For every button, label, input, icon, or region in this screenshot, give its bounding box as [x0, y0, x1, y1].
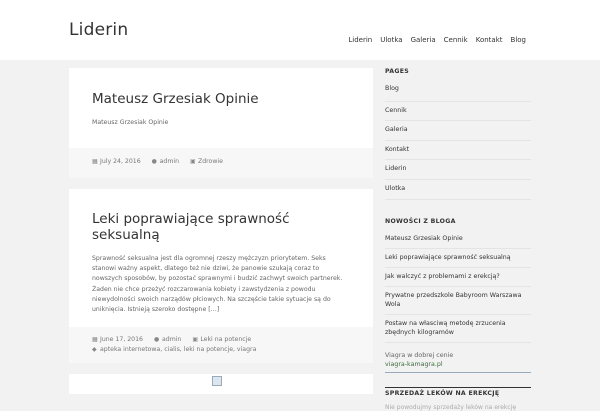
folder-icon: ▣	[192, 336, 198, 343]
post-card: Leki poprawiające sprawność seksualną Sp…	[69, 189, 373, 363]
post-meta: ▦ June 17, 2016 ● admin ▣ Leki na potenc…	[69, 327, 373, 363]
main-nav: Liderin Ulotka Galeria Cennik Kontakt Bl…	[340, 36, 526, 44]
recent-post-item[interactable]: Postaw na własciwą metodę zrzucenia zbęd…	[385, 315, 531, 343]
ad-link[interactable]: viagra-kamagra.pl	[385, 361, 443, 368]
post-meta: ▦ July 24, 2016 ● admin ▣ Zdrowie	[69, 148, 373, 178]
post-excerpt: Sprawność seksualna jest dla ogromnej rz…	[92, 255, 343, 314]
folder-icon: ▣	[189, 158, 196, 165]
nav-item-kontakt[interactable]: Kontakt	[476, 36, 503, 44]
nav-item-ulotka[interactable]: Ulotka	[380, 36, 402, 44]
post-title[interactable]: Leki poprawiające sprawność seksualną	[92, 211, 350, 243]
post-card: Mateusz Grzesiak Opinie Mateusz Grzesiak…	[69, 68, 373, 178]
post-author[interactable]: admin	[160, 157, 179, 167]
divider	[385, 371, 531, 373]
sidebar: PAGES Blog Cennik Galeria Kontakt Lideri…	[385, 68, 531, 411]
user-icon: ●	[153, 336, 160, 343]
sidebar-item-blog[interactable]: Blog	[385, 82, 531, 102]
nav-item-blog[interactable]: Blog	[511, 36, 526, 44]
post-list: Mateusz Grzesiak Opinie Mateusz Grzesiak…	[69, 68, 373, 405]
recent-post-item[interactable]: Jak walczyć z problemami z erekcją?	[385, 268, 531, 287]
widget-title: NOWOŚCI Z BLOGA	[385, 217, 456, 225]
sidebar-item-liderin[interactable]: Liderin	[385, 160, 531, 180]
post-excerpt: Mateusz Grzesiak Opinie	[92, 119, 169, 126]
sidebar-item-ulotka[interactable]: Ulotka	[385, 180, 531, 200]
nav-item-cennik[interactable]: Cennik	[444, 36, 468, 44]
post-title[interactable]: Mateusz Grzesiak Opinie	[92, 91, 350, 107]
calendar-icon: ▦	[92, 158, 98, 165]
sidebar-item-kontakt[interactable]: Kontakt	[385, 141, 531, 161]
site-title[interactable]: Liderin	[69, 20, 128, 40]
sidebar-item-cennik[interactable]: Cennik	[385, 102, 531, 122]
post-author[interactable]: admin	[162, 335, 181, 345]
nav-item-liderin[interactable]: Liderin	[348, 36, 372, 44]
recent-posts-widget: NOWOŚCI Z BLOGA Mateusz Grzesiak Opinie …	[385, 218, 531, 343]
widget-text: Nie powodujmy sprzedaży leków na erekcję	[385, 403, 517, 411]
post-card	[69, 374, 373, 394]
calendar-icon: ▦	[92, 336, 98, 343]
sale-widget: SPRZEDAŻ LEKÓW NA EREKCJĘ Nie powodujmy …	[385, 386, 531, 411]
site-header: Liderin Liderin Ulotka Galeria Cennik Ko…	[0, 0, 600, 60]
post-date[interactable]: July 24, 2016	[100, 157, 141, 167]
pages-widget: PAGES Blog Cennik Galeria Kontakt Lideri…	[385, 68, 531, 200]
ad-widget: Viagra w dobrej cenie viagra-kamagra.pl	[385, 351, 531, 373]
user-icon: ●	[151, 158, 157, 165]
nav-item-galeria[interactable]: Galeria	[411, 36, 436, 44]
recent-post-item[interactable]: Prywatne przedszkole Babyroom Warszawa W…	[385, 287, 531, 315]
sidebar-item-galeria[interactable]: Galeria	[385, 121, 531, 141]
post-category[interactable]: Leki na potencje	[200, 335, 251, 345]
post-date[interactable]: June 17, 2016	[100, 335, 143, 345]
ad-text: Viagra w dobrej cenie	[385, 351, 454, 359]
recent-post-item[interactable]: Mateusz Grzesiak Opinie	[385, 232, 531, 249]
recent-post-item[interactable]: Leki poprawiające sprawność seksualną	[385, 249, 531, 268]
post-tags[interactable]: apteka internetowa, cialis, leki na pote…	[100, 345, 256, 355]
tag-icon: ◆	[92, 346, 97, 353]
widget-title: SPRZEDAŻ LEKÓW NA EREKCJĘ	[385, 386, 531, 397]
image-icon	[212, 376, 222, 386]
post-category[interactable]: Zdrowie	[198, 157, 223, 167]
widget-title: PAGES	[385, 68, 410, 75]
